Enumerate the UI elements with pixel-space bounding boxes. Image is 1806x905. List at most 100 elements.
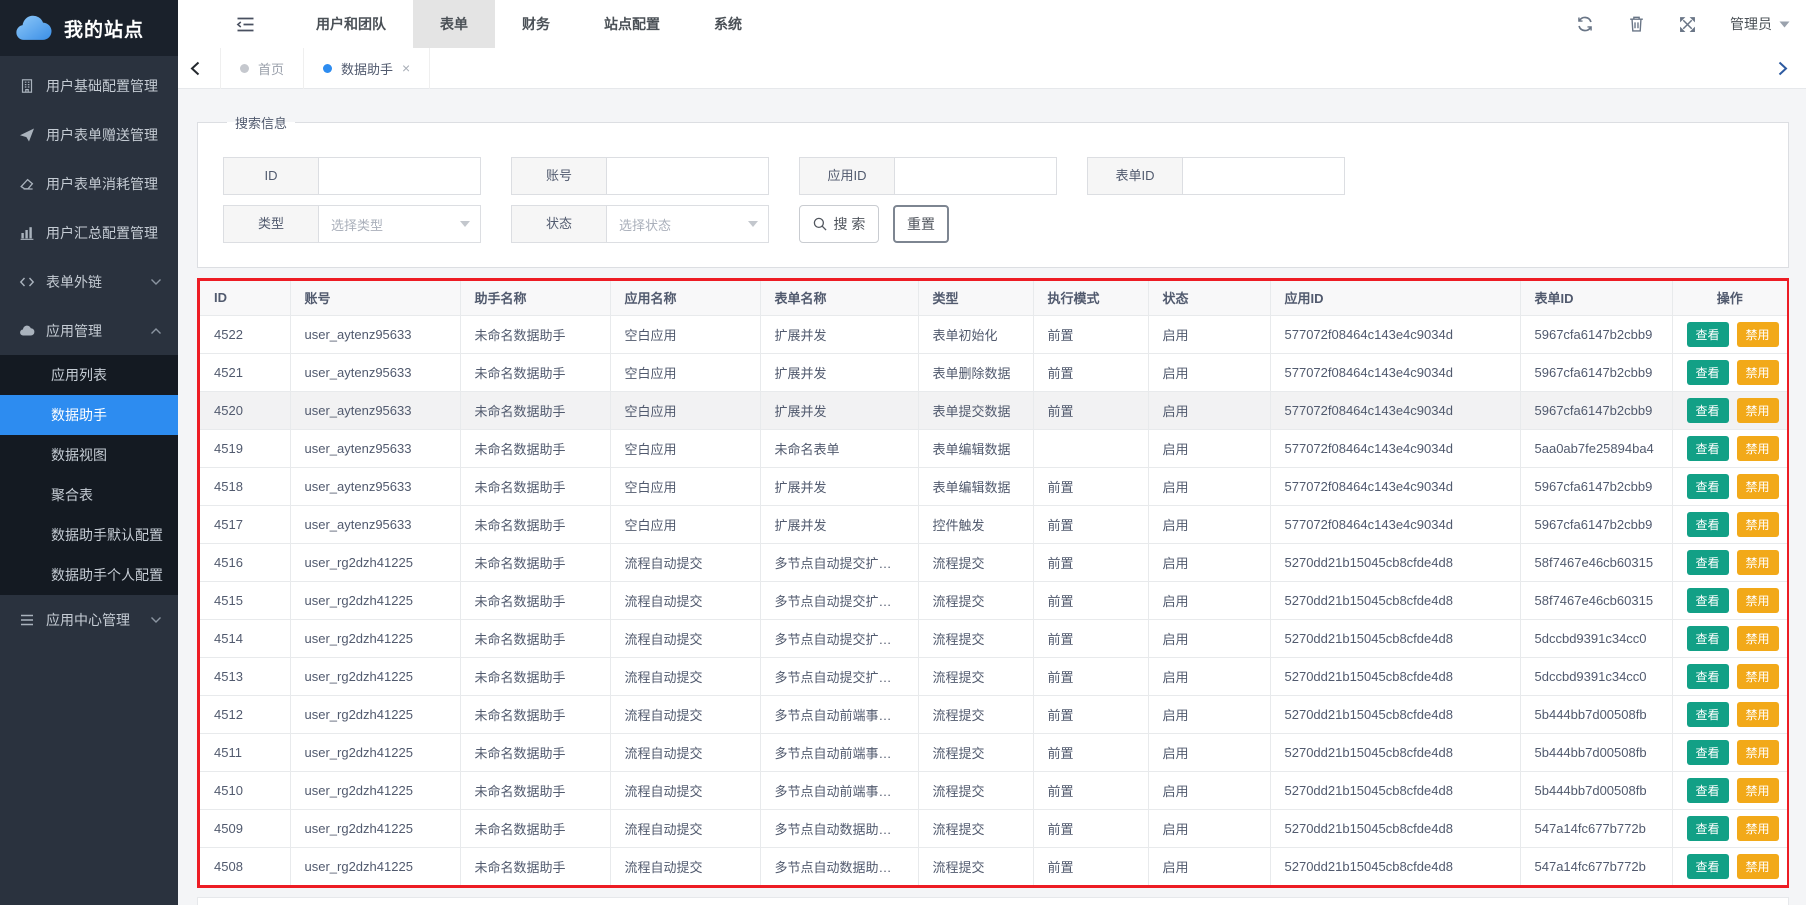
page-tab-data-assistant[interactable]: 数据助手× — [304, 48, 430, 89]
submenu-item-assistant-default-config[interactable]: 数据助手默认配置 — [0, 515, 178, 555]
disable-button[interactable]: 禁用 — [1737, 740, 1779, 765]
nav-tab-forms[interactable]: 表单 — [413, 0, 495, 48]
view-button[interactable]: 查看 — [1687, 474, 1729, 499]
disable-button[interactable]: 禁用 — [1737, 436, 1779, 461]
submenu-item-data-view[interactable]: 数据视图 — [0, 435, 178, 475]
view-button[interactable]: 查看 — [1687, 588, 1729, 613]
menu-icon — [19, 612, 35, 628]
sidebar-item-user-summary-config[interactable]: 用户汇总配置管理 — [0, 208, 178, 257]
search-icon — [813, 217, 827, 231]
status-select[interactable]: 选择状态 — [606, 205, 769, 243]
disable-button[interactable]: 禁用 — [1737, 360, 1779, 385]
view-button[interactable]: 查看 — [1687, 512, 1729, 537]
submenu-item-assistant-personal-config[interactable]: 数据助手个人配置 — [0, 555, 178, 595]
submenu-item-data-assistant[interactable]: 数据助手 — [0, 395, 178, 435]
fullscreen-icon[interactable] — [1679, 16, 1696, 33]
form-id-input[interactable] — [1182, 157, 1345, 195]
cell-type: 表单编辑数据 — [918, 467, 1033, 505]
view-button[interactable]: 查看 — [1687, 702, 1729, 727]
view-button[interactable]: 查看 — [1687, 322, 1729, 347]
sidebar-item-form-external-link[interactable]: 表单外链 — [0, 257, 178, 306]
disable-button[interactable]: 禁用 — [1737, 398, 1779, 423]
user-menu[interactable]: 管理员 — [1730, 14, 1790, 34]
tabs-scroll-left-icon[interactable] — [178, 61, 212, 76]
cell-assistant-name: 未命名数据助手 — [460, 695, 610, 733]
sidebar-item-label: 用户表单赠送管理 — [46, 125, 158, 145]
disable-button[interactable]: 禁用 — [1737, 550, 1779, 575]
sidebar-item-app-center-management[interactable]: 应用中心管理 — [0, 595, 178, 644]
search-field-label: 表单ID — [1087, 157, 1182, 195]
disable-button[interactable]: 禁用 — [1737, 588, 1779, 613]
disable-button[interactable]: 禁用 — [1737, 816, 1779, 841]
disable-button[interactable]: 禁用 — [1737, 854, 1779, 879]
id-input[interactable] — [318, 157, 481, 195]
disable-button[interactable]: 禁用 — [1737, 778, 1779, 803]
sidebar-item-user-form-gift[interactable]: 用户表单赠送管理 — [0, 110, 178, 159]
disable-button[interactable]: 禁用 — [1737, 322, 1779, 347]
cell-actions: 查看禁用 — [1672, 505, 1787, 543]
nav-tab-finance[interactable]: 财务 — [495, 0, 577, 48]
sidebar-item-user-form-consume[interactable]: 用户表单消耗管理 — [0, 159, 178, 208]
account-input[interactable] — [606, 157, 769, 195]
view-button[interactable]: 查看 — [1687, 816, 1729, 841]
sidebar-item-label: 应用中心管理 — [46, 610, 130, 630]
disable-button[interactable]: 禁用 — [1737, 626, 1779, 651]
view-button[interactable]: 查看 — [1687, 778, 1729, 803]
cell-type: 流程提交 — [918, 847, 1033, 885]
page-tab-home[interactable]: 首页 — [220, 48, 304, 89]
nav-tab-site-config[interactable]: 站点配置 — [577, 0, 687, 48]
cell-status: 启用 — [1148, 391, 1270, 429]
cell-form-name: 扩展并发 — [760, 315, 918, 353]
app-root: 我的站点 用户基础配置管理用户表单赠送管理用户表单消耗管理用户汇总配置管理表单外… — [0, 0, 1806, 905]
type-select[interactable]: 选择类型 — [318, 205, 481, 243]
app-id-input[interactable] — [894, 157, 1057, 195]
disable-button[interactable]: 禁用 — [1737, 664, 1779, 689]
view-button[interactable]: 查看 — [1687, 398, 1729, 423]
close-icon[interactable]: × — [402, 60, 410, 76]
table-row: 4515user_rg2dzh41225未命名数据助手流程自动提交多节点自动提交… — [200, 581, 1787, 619]
eraser-icon — [19, 176, 35, 192]
trash-icon[interactable] — [1628, 15, 1645, 33]
chevron-up-icon — [150, 327, 162, 335]
disable-button[interactable]: 禁用 — [1737, 702, 1779, 727]
disable-button[interactable]: 禁用 — [1737, 474, 1779, 499]
cell-account: user_aytenz95633 — [290, 315, 460, 353]
cell-assistant-name: 未命名数据助手 — [460, 429, 610, 467]
nav-tab-users-teams[interactable]: 用户和团队 — [289, 0, 413, 48]
cell-form-name: 多节点自动前端事… — [760, 771, 918, 809]
sidebar-item-label: 用户汇总配置管理 — [46, 223, 158, 243]
search-button[interactable]: 搜 索 — [799, 205, 879, 243]
view-button[interactable]: 查看 — [1687, 436, 1729, 461]
cell-actions: 查看禁用 — [1672, 619, 1787, 657]
cell-exec-mode: 前置 — [1033, 847, 1148, 885]
sidebar-item-user-base-config[interactable]: 用户基础配置管理 — [0, 61, 178, 110]
cell-actions: 查看禁用 — [1672, 733, 1787, 771]
tab-dot — [240, 64, 249, 73]
cell-status: 启用 — [1148, 695, 1270, 733]
cell-account: user_aytenz95633 — [290, 353, 460, 391]
cell-type: 表单删除数据 — [918, 353, 1033, 391]
submenu-item-app-list[interactable]: 应用列表 — [0, 355, 178, 395]
disable-button[interactable]: 禁用 — [1737, 512, 1779, 537]
view-button[interactable]: 查看 — [1687, 854, 1729, 879]
view-button[interactable]: 查看 — [1687, 626, 1729, 651]
cell-id: 4513 — [200, 657, 290, 695]
cell-app-name: 流程自动提交 — [610, 657, 760, 695]
submenu-item-aggregate-table[interactable]: 聚合表 — [0, 475, 178, 515]
cell-exec-mode: 前置 — [1033, 809, 1148, 847]
refresh-icon[interactable] — [1576, 15, 1594, 33]
nav-tab-system[interactable]: 系统 — [687, 0, 769, 48]
sidebar-item-label: 用户表单消耗管理 — [46, 174, 158, 194]
reset-button[interactable]: 重置 — [893, 205, 949, 243]
sidebar-item-app-management[interactable]: 应用管理 — [0, 306, 178, 355]
sidebar-collapse-icon[interactable] — [236, 16, 255, 33]
cell-app-id: 5270dd21b15045cb8cfde4d8 — [1270, 771, 1520, 809]
view-button[interactable]: 查看 — [1687, 360, 1729, 385]
cell-assistant-name: 未命名数据助手 — [460, 771, 610, 809]
view-button[interactable]: 查看 — [1687, 740, 1729, 765]
cell-account: user_rg2dzh41225 — [290, 847, 460, 885]
cell-form-name: 多节点自动前端事… — [760, 695, 918, 733]
view-button[interactable]: 查看 — [1687, 550, 1729, 575]
tabs-scroll-right-icon[interactable] — [1766, 61, 1800, 76]
view-button[interactable]: 查看 — [1687, 664, 1729, 689]
